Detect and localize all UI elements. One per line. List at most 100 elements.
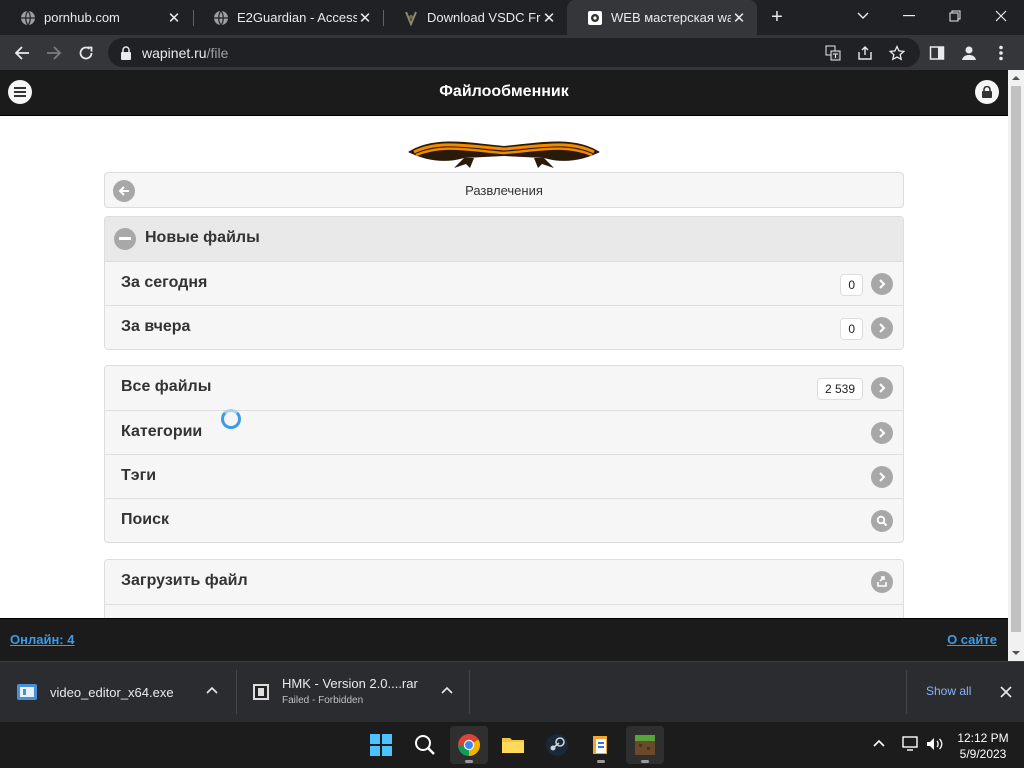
running-indicator <box>641 760 649 763</box>
share-button[interactable] <box>852 40 878 66</box>
close-icon <box>995 10 1007 22</box>
restore-button[interactable] <box>932 0 978 32</box>
address-bar[interactable]: wapinet.ru/file <box>108 38 920 67</box>
chrome-taskbar-button[interactable] <box>450 726 488 764</box>
steam-button[interactable] <box>538 726 576 764</box>
profile-icon <box>962 46 976 60</box>
search-icon <box>871 510 893 532</box>
back-button[interactable] <box>8 39 36 67</box>
star-icon <box>889 45 905 61</box>
download-filename: video_editor_x64.exe <box>50 684 174 700</box>
list-item-label: Поиск <box>121 511 170 528</box>
profile-button[interactable] <box>956 40 982 66</box>
clock[interactable]: 12:12 PM 5/9/2023 <box>948 730 1018 762</box>
volume-icon[interactable] <box>926 736 944 752</box>
tab-vsdc[interactable]: Download VSDC Free V ✕ <box>383 0 567 35</box>
start-button[interactable] <box>362 726 400 764</box>
minimize-button[interactable] <box>886 0 932 32</box>
chevron-up-icon[interactable] <box>441 686 453 694</box>
minecraft-icon <box>635 735 655 755</box>
downloads-shelf: video_editor_x64.exe HMK - Version 2.0..… <box>0 661 1024 721</box>
minecraft-button[interactable] <box>626 726 664 764</box>
steam-icon <box>546 734 568 756</box>
reload-button[interactable] <box>72 39 100 67</box>
shelf-separator <box>469 670 470 714</box>
close-window-button[interactable] <box>978 0 1024 32</box>
lock-icon <box>982 86 992 98</box>
list-item-today[interactable]: За сегодня 0 <box>105 261 903 305</box>
show-all-downloads-button[interactable]: Show all <box>926 684 971 698</box>
browse-panel: Все файлы 2 539 Категории Тэги Поиск <box>104 365 904 543</box>
vsdc-icon <box>405 11 417 26</box>
globe-icon <box>214 10 228 25</box>
chevron-up-icon[interactable] <box>206 686 218 694</box>
list-item-all-files[interactable]: Все файлы 2 539 <box>105 366 903 410</box>
arrow-right-icon <box>871 422 893 444</box>
lock-icon <box>121 45 131 60</box>
chevron-up-icon[interactable] <box>873 739 885 747</box>
translate-button[interactable] <box>820 40 846 66</box>
tab-close-button[interactable]: ✕ <box>541 10 557 27</box>
page-footer: Онлайн: 4 О сайте <box>0 618 1008 661</box>
new-tab-button[interactable]: + <box>766 6 788 28</box>
file-explorer-button[interactable] <box>494 726 532 764</box>
download-filename: HMK - Version 2.0....rar <box>282 676 418 691</box>
download-item-hmk[interactable]: HMK - Version 2.0....rar Failed - Forbid… <box>252 662 468 722</box>
shelf-separator <box>236 670 237 714</box>
url-path: /file <box>206 44 229 61</box>
bookmark-button[interactable] <box>884 40 910 66</box>
list-item-yesterday[interactable]: За вчера 0 <box>105 305 903 349</box>
count-badge: 0 <box>840 274 863 296</box>
tab-title: WEB мастерская wapin <box>611 10 731 25</box>
new-files-toggle[interactable]: Новые файлы <box>105 217 903 261</box>
tab-pornhub[interactable]: pornhub.com ✕ <box>0 0 192 35</box>
windows-logo-icon <box>370 734 392 756</box>
side-panel-icon <box>929 46 945 60</box>
count-badge: 0 <box>840 318 863 340</box>
list-item-upload[interactable]: Загрузить файл <box>105 560 903 604</box>
globe-icon <box>21 10 35 25</box>
list-item-tags[interactable]: Тэги <box>105 454 903 498</box>
arrow-right-icon <box>871 273 893 295</box>
login-button[interactable] <box>975 80 999 104</box>
page-scrollbar[interactable] <box>1008 70 1024 661</box>
tab-close-button[interactable]: ✕ <box>731 10 747 27</box>
tab-close-button[interactable]: ✕ <box>166 10 182 27</box>
scroll-down-icon[interactable] <box>1012 649 1020 657</box>
url-host: wapinet.ru <box>142 44 207 61</box>
archive-file-icon <box>253 684 269 700</box>
st-george-ribbon-logo <box>408 141 600 168</box>
scroll-up-icon[interactable] <box>1012 74 1020 82</box>
about-link[interactable]: О сайте <box>947 632 997 647</box>
search-taskbar-button[interactable] <box>406 726 444 764</box>
upload-icon <box>871 571 893 593</box>
tab-search-button[interactable] <box>840 0 886 32</box>
minus-icon <box>119 237 131 240</box>
menu-button[interactable] <box>988 40 1014 66</box>
list-item-label: За сегодня <box>121 274 208 291</box>
search-icon <box>415 735 435 755</box>
download-item-video-editor[interactable]: video_editor_x64.exe <box>16 662 236 722</box>
arrow-right-icon <box>871 466 893 488</box>
app-taskbar-button[interactable] <box>582 726 620 764</box>
list-item-label: Все файлы <box>121 378 212 395</box>
reload-icon <box>79 46 93 60</box>
document-app-icon <box>593 736 607 754</box>
download-status: Failed - Forbidden <box>282 695 364 706</box>
taskbar: 12:12 PM 5/9/2023 <box>0 721 1024 768</box>
tab-wapinet[interactable]: WEB мастерская wapin ✕ <box>567 0 757 35</box>
forward-button[interactable] <box>40 39 68 67</box>
tab-title: E2Guardian - Access De <box>237 10 357 25</box>
scrollbar-thumb[interactable] <box>1011 86 1021 632</box>
tab-e2guardian[interactable]: E2Guardian - Access De ✕ <box>193 0 383 35</box>
list-item-search[interactable]: Поиск <box>105 498 903 542</box>
chrome-icon <box>458 734 480 756</box>
network-icon[interactable] <box>902 736 920 752</box>
clock-time: 12:12 PM <box>957 731 1009 745</box>
side-panel-button[interactable] <box>924 40 950 66</box>
tab-strip: pornhub.com ✕ E2Guardian - Access De ✕ D… <box>0 0 1024 35</box>
tab-close-button[interactable]: ✕ <box>357 10 373 27</box>
list-item-label: Тэги <box>121 467 157 484</box>
close-icon[interactable] <box>1000 686 1012 698</box>
online-count-link[interactable]: Онлайн: 4 <box>10 632 74 647</box>
